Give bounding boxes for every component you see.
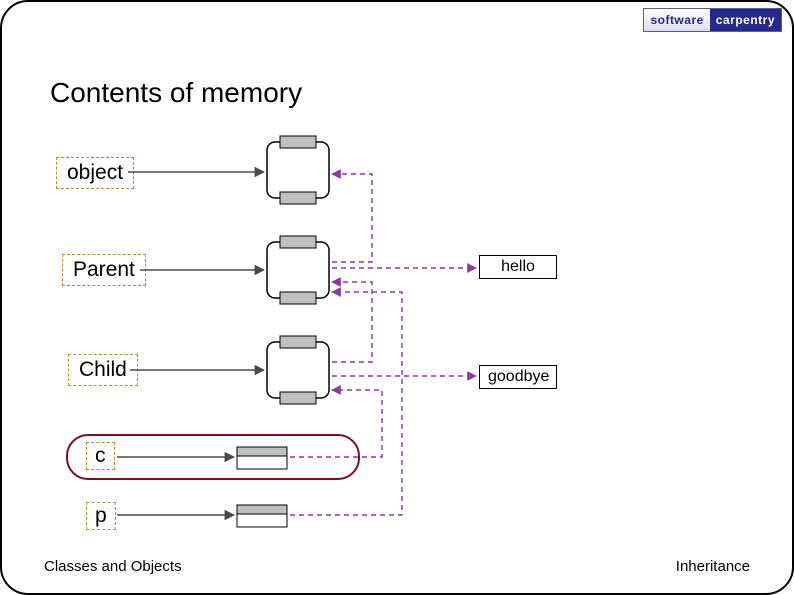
link-p-to-parent (290, 292, 402, 515)
class-icon-object (267, 136, 329, 204)
link-parent-to-object (332, 174, 372, 262)
class-icon-child (267, 336, 329, 404)
method-hello: hello (479, 255, 557, 279)
method-goodbye: goodbye (479, 365, 557, 389)
link-child-to-parent (332, 282, 372, 362)
class-icon-parent (267, 236, 329, 304)
logo-right: carpentry (710, 9, 781, 31)
label-object: object (56, 157, 134, 189)
software-carpentry-logo: software carpentry (643, 8, 782, 32)
slide-title: Contents of memory (50, 77, 302, 109)
footer-right: Inheritance (676, 558, 750, 575)
label-parent: Parent (62, 254, 146, 286)
instance-icon-p (237, 505, 287, 527)
label-p: p (86, 502, 116, 530)
label-child: Child (68, 354, 138, 386)
footer-left: Classes and Objects (44, 558, 182, 575)
slide-frame: software carpentry Contents of memory ob… (0, 0, 794, 595)
logo-left: software (644, 9, 709, 31)
label-c: c (86, 442, 115, 470)
